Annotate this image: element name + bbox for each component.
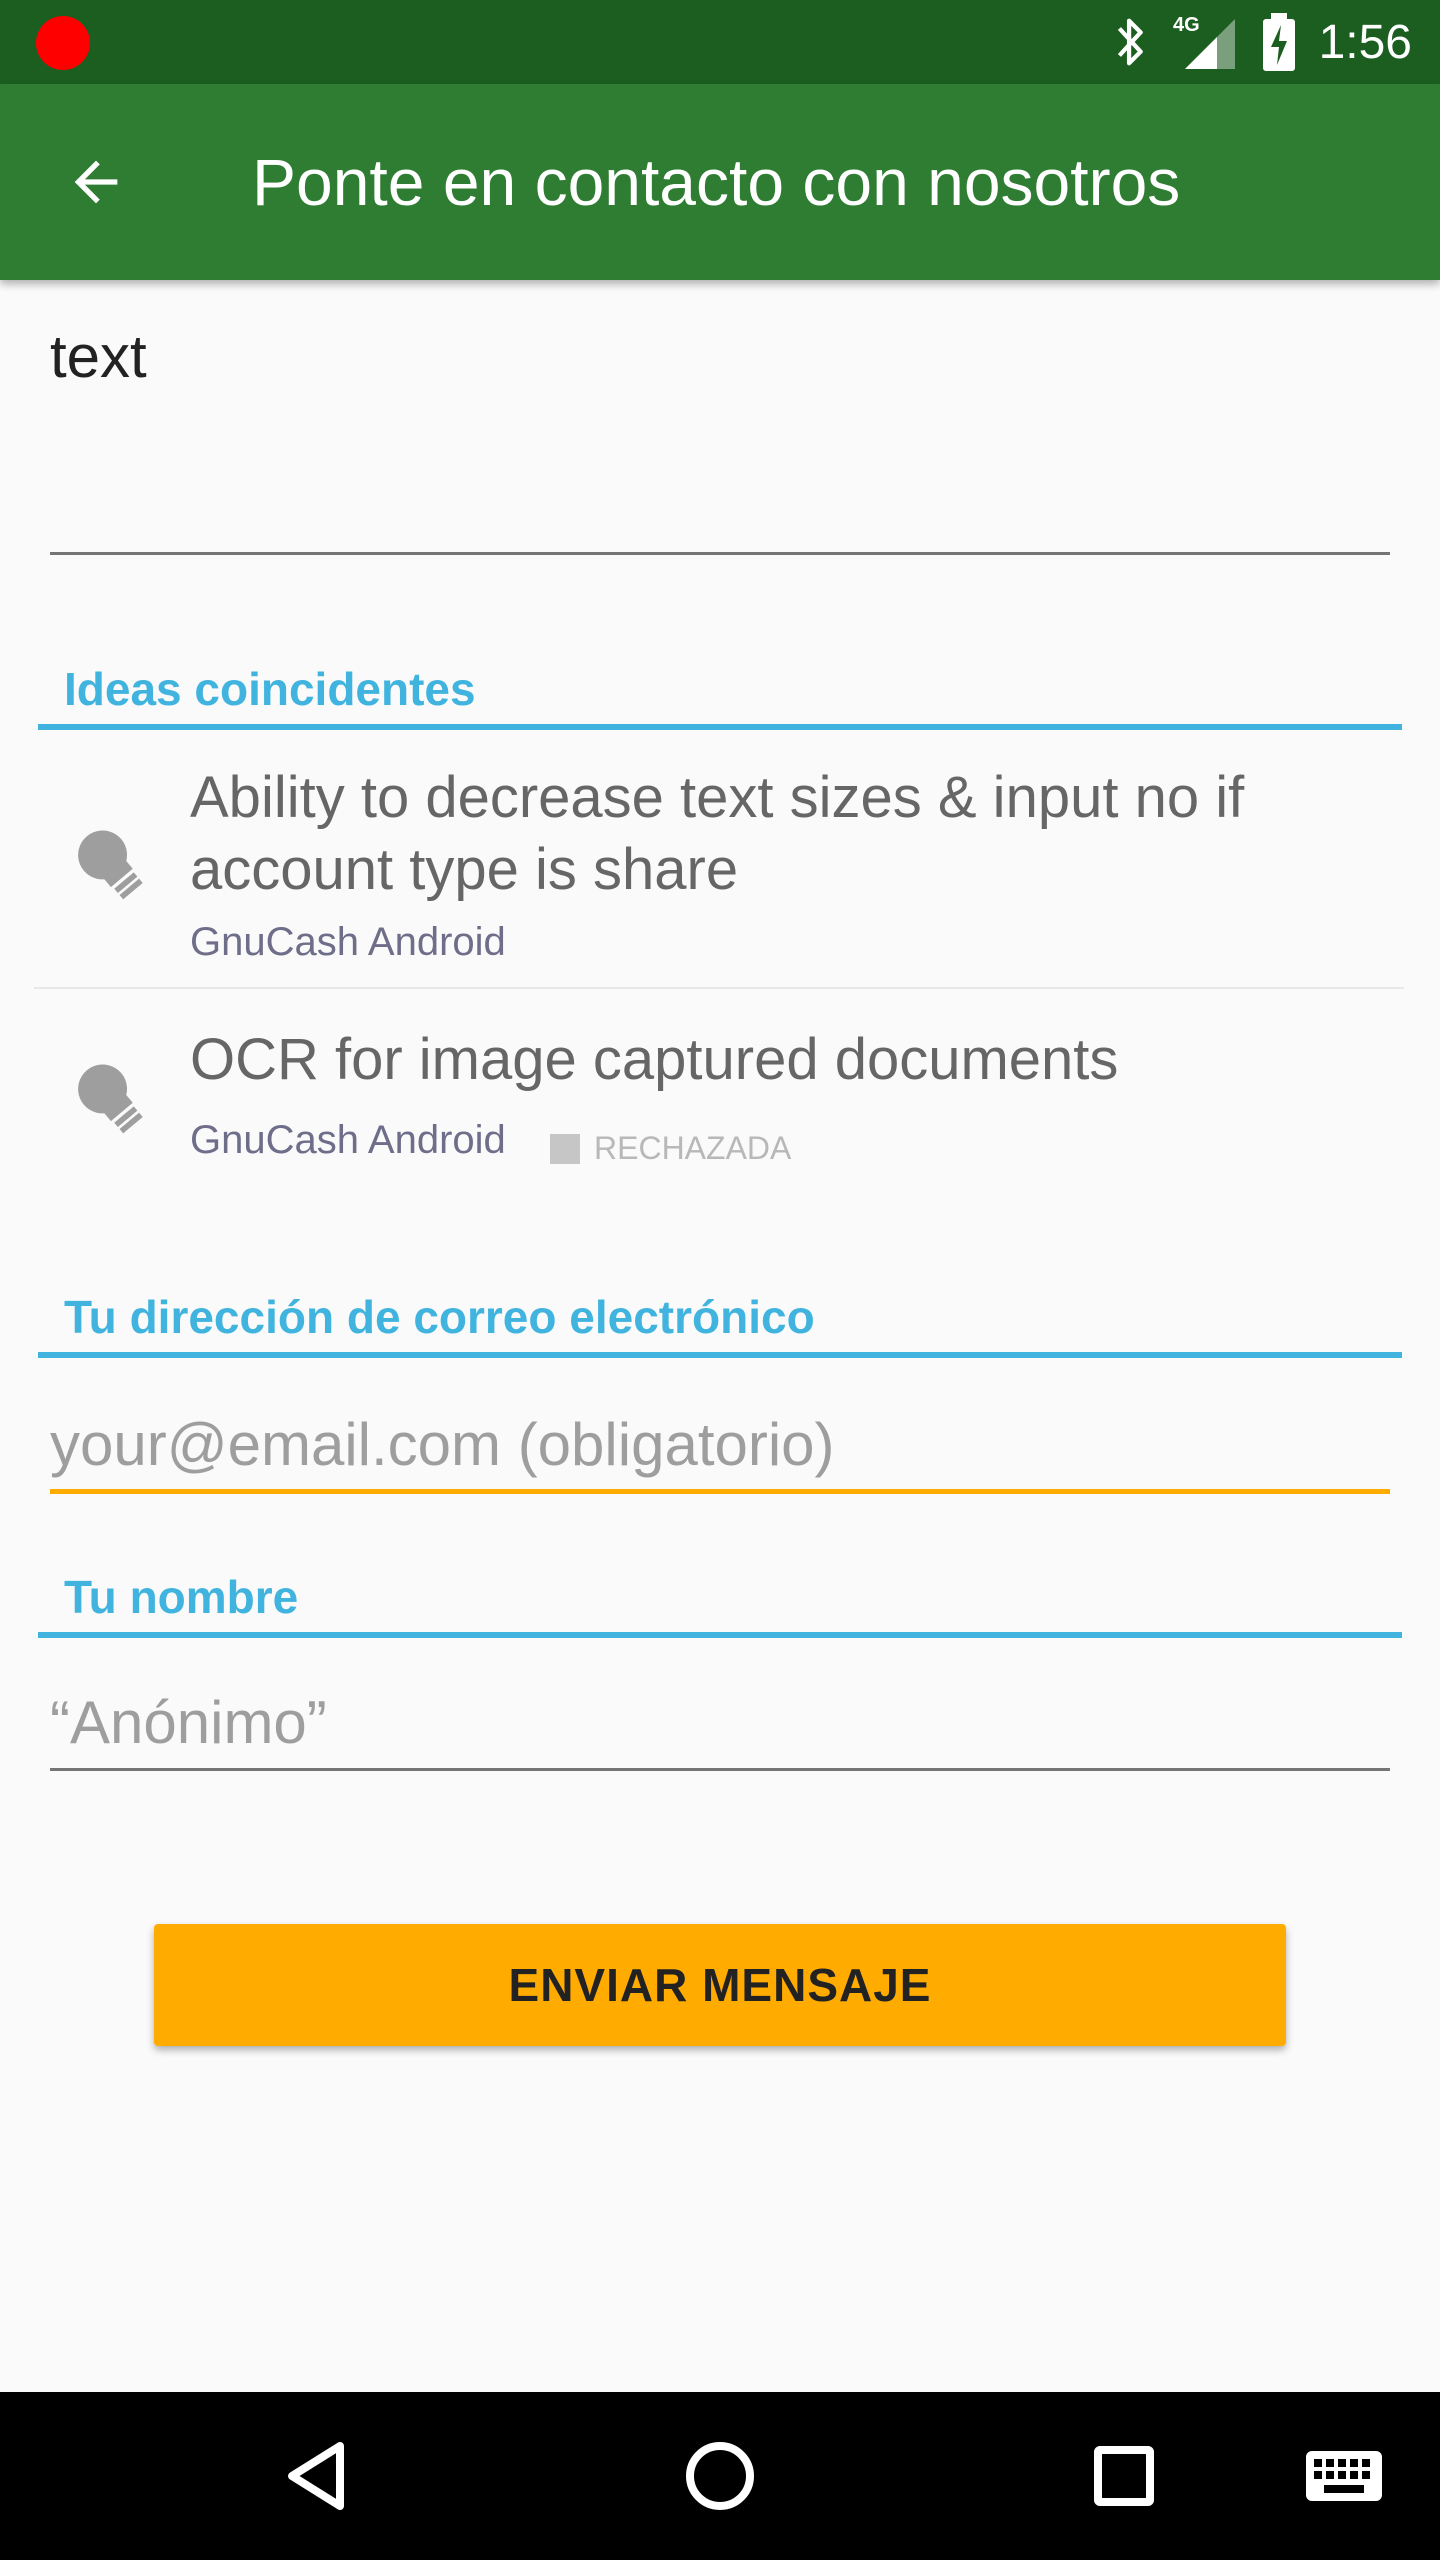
name-section-title: Tu nombre bbox=[64, 1571, 299, 1623]
navigation-bar bbox=[0, 2392, 1440, 2560]
app-bar: Ponte en contacto con nosotros bbox=[0, 84, 1440, 280]
name-field[interactable]: “Anónimo” bbox=[50, 1688, 327, 1757]
lightbulb-icon bbox=[78, 1064, 143, 1134]
ideas-section-header: Ideas coincidentes bbox=[38, 660, 1402, 730]
nav-back-button[interactable] bbox=[266, 2426, 366, 2526]
status-label: RECHAZADA bbox=[594, 1130, 792, 1166]
lightbulb-icon bbox=[78, 830, 143, 900]
battery-charging-icon bbox=[1262, 13, 1295, 71]
nav-home-button[interactable] bbox=[670, 2426, 770, 2526]
page-title: Ponte en contacto con nosotros bbox=[252, 145, 1181, 219]
message-field[interactable]: text bbox=[50, 322, 147, 391]
name-field-underline bbox=[50, 1768, 1390, 1771]
clock: 1:56 bbox=[1318, 15, 1412, 69]
network-type-label: 4G bbox=[1173, 14, 1200, 36]
idea-title: Ability to decrease text sizes & input n… bbox=[190, 765, 1245, 902]
idea-title: OCR for image captured documents bbox=[190, 1027, 1119, 1092]
keyboard-icon bbox=[1306, 2451, 1382, 2501]
status-badge: RECHAZADA bbox=[550, 1130, 791, 1167]
back-button[interactable] bbox=[48, 140, 144, 224]
ideas-section-title: Ideas coincidentes bbox=[64, 663, 476, 715]
email-section-title: Tu dirección de correo electrónico bbox=[64, 1291, 815, 1343]
status-bar: 4G 1:56 bbox=[0, 0, 1440, 84]
idea-forum: GnuCash Android bbox=[190, 1118, 506, 1162]
signal-icon: 4G bbox=[1173, 14, 1235, 69]
idea-forum: GnuCash Android bbox=[190, 920, 506, 964]
arrow-left-icon bbox=[74, 160, 118, 204]
idea-list-item[interactable]: Ability to decrease text sizes & input n… bbox=[0, 730, 1440, 986]
name-section-header: Tu nombre bbox=[38, 1568, 1402, 1638]
status-square-icon bbox=[550, 1133, 580, 1164]
status-icons: 4G 1:56 bbox=[1111, 0, 1412, 84]
nav-recents-icon bbox=[1094, 2446, 1154, 2506]
email-field[interactable]: your@email.com (obligatorio) bbox=[50, 1410, 835, 1479]
bluetooth-icon bbox=[1117, 18, 1143, 66]
message-field-underline bbox=[50, 552, 1390, 555]
email-field-underline bbox=[50, 1489, 1390, 1494]
nav-back-icon bbox=[288, 2442, 344, 2510]
keyboard-button[interactable] bbox=[1284, 2426, 1404, 2526]
email-section-header: Tu dirección de correo electrónico bbox=[38, 1288, 1402, 1358]
record-indicator-icon bbox=[36, 16, 90, 70]
send-message-button[interactable]: ENVIAR MENSAJE bbox=[154, 1924, 1286, 2046]
nav-home-icon bbox=[686, 2442, 754, 2510]
divider bbox=[34, 987, 1404, 989]
nav-recents-button[interactable] bbox=[1074, 2426, 1174, 2526]
